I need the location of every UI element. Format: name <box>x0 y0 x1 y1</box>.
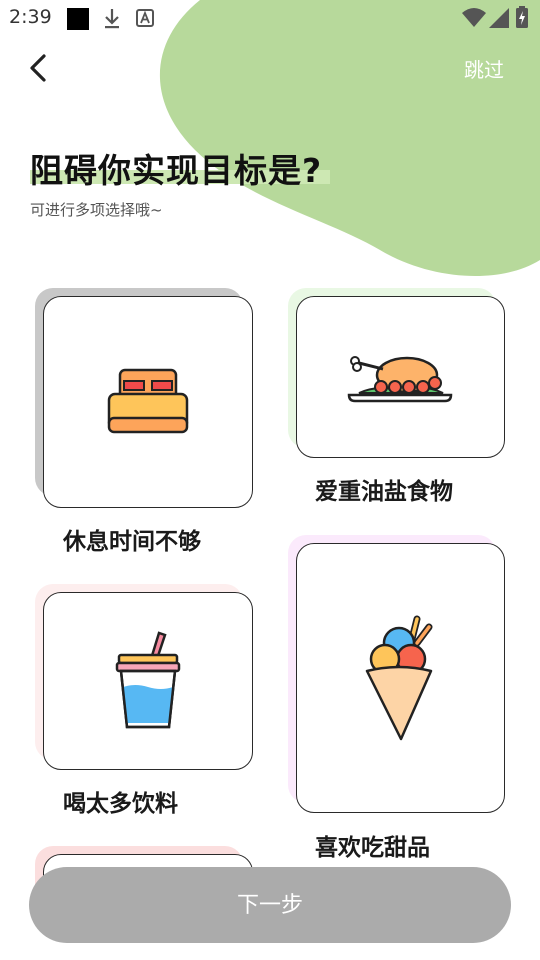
skip-button[interactable]: 跳过 <box>456 54 512 83</box>
page-subtitle: 可进行多项选择哦~ <box>30 201 163 219</box>
status-time: 2:39 <box>9 6 52 28</box>
option-label: 爱重油盐食物 <box>315 479 453 505</box>
card-box[interactable] <box>296 543 505 813</box>
notification-square-icon <box>67 8 89 34</box>
back-button[interactable] <box>20 48 60 88</box>
status-bar: 2:39 <box>0 0 540 36</box>
next-button[interactable]: 下一步 <box>29 867 511 943</box>
bed-icon <box>107 368 189 434</box>
ice-cream-icon <box>365 615 432 741</box>
page-title: 阻碍你实现目标是? <box>30 151 323 190</box>
option-label: 喜欢吃甜品 <box>315 835 430 861</box>
option-label: 休息时间不够 <box>63 529 201 555</box>
card-box[interactable] <box>43 592 253 770</box>
card-box[interactable] <box>43 296 253 508</box>
option-label: 喝太多饮料 <box>63 791 178 817</box>
chevron-left-icon <box>30 54 46 82</box>
signal-icon <box>489 8 509 32</box>
roast-chicken-icon <box>347 356 452 403</box>
title-block: 阻碍你实现目标是? <box>30 144 330 192</box>
battery-charging-icon <box>516 6 528 32</box>
card-box[interactable] <box>296 296 505 458</box>
font-a-icon <box>136 9 154 31</box>
drink-cup-icon <box>115 631 181 729</box>
wifi-icon <box>462 8 486 32</box>
download-icon <box>103 8 121 34</box>
